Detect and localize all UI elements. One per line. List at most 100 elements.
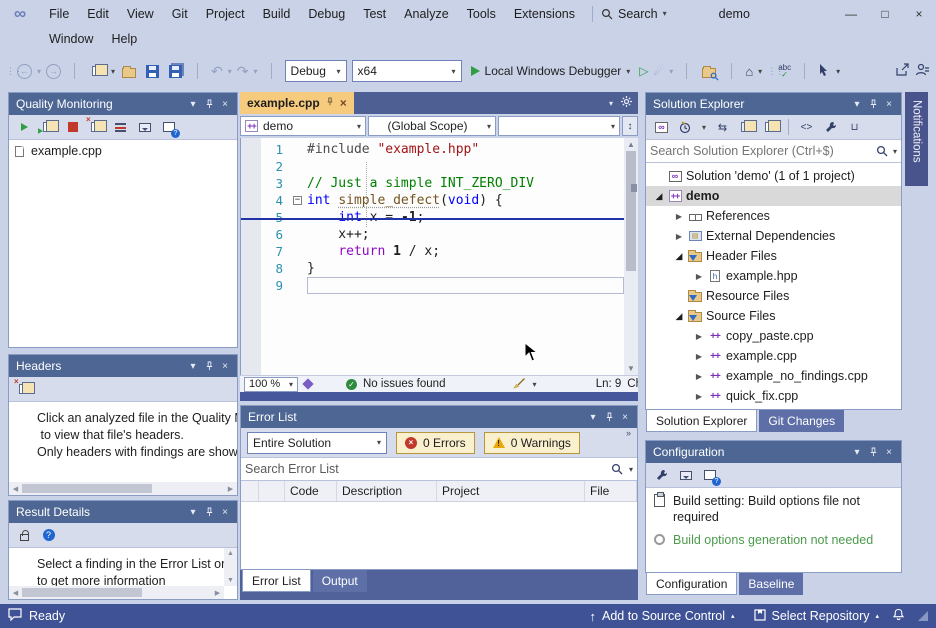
- close-tab-icon[interactable]: ×: [340, 96, 347, 110]
- tab-error-list[interactable]: Error List: [242, 570, 311, 592]
- find-in-files-icon[interactable]: [700, 62, 718, 80]
- breakpoint-gutter[interactable]: [241, 138, 261, 375]
- scroll-left-icon[interactable]: ◀: [9, 485, 22, 493]
- zoom-dropdown[interactable]: 100 % ▾: [244, 377, 298, 392]
- new-project-icon[interactable]: [88, 62, 106, 80]
- column-header-code[interactable]: Code: [285, 481, 337, 501]
- toolbar-overflow-icon[interactable]: »: [626, 428, 631, 438]
- column-header-icon[interactable]: [259, 481, 285, 501]
- hot-reload-icon[interactable]: ☄: [654, 64, 665, 78]
- tree-item-references[interactable]: ▶References: [646, 206, 901, 226]
- redo-icon[interactable]: ↷: [237, 63, 249, 80]
- code-line[interactable]: 1#include "example.hpp": [261, 141, 624, 158]
- maximize-button[interactable]: □: [868, 2, 902, 26]
- scroll-left-icon[interactable]: ◀: [9, 589, 22, 597]
- menu-git[interactable]: Git: [163, 4, 197, 24]
- project-dropdown[interactable]: ++ demo ▾: [240, 116, 366, 136]
- expander-closed-icon[interactable]: ▶: [692, 352, 706, 361]
- close-icon[interactable]: ×: [217, 358, 233, 374]
- editor-vertical-scrollbar[interactable]: ▲ ▼: [624, 138, 638, 375]
- preview-selected-icon[interactable]: ⊔: [847, 120, 862, 134]
- new-project-caret-icon[interactable]: ▾: [111, 67, 115, 76]
- close-icon[interactable]: ×: [217, 504, 233, 520]
- errors-filter-button[interactable]: × 0 Errors: [396, 432, 475, 454]
- expander-closed-icon[interactable]: ▶: [692, 272, 706, 281]
- code-text[interactable]: // Just a simple INT_ZERO_DIV: [307, 175, 624, 192]
- hot-reload-caret-icon[interactable]: ▾: [669, 67, 673, 76]
- collapse-all-icon[interactable]: [739, 120, 754, 134]
- start-without-debugging-icon[interactable]: ▷: [639, 64, 648, 78]
- run-all-analysis-icon[interactable]: [41, 120, 56, 134]
- collapse-region-icon[interactable]: −: [293, 196, 302, 205]
- search-options-caret-icon[interactable]: ▾: [629, 465, 633, 474]
- tree-item-header-files[interactable]: ◢Header Files: [646, 246, 901, 266]
- code-line[interactable]: 8}: [261, 260, 624, 277]
- help-icon[interactable]: ?: [41, 528, 56, 542]
- close-icon[interactable]: ×: [881, 444, 897, 460]
- outline-margin[interactable]: [293, 226, 307, 243]
- menu-tools[interactable]: Tools: [458, 4, 505, 24]
- error-list-titlebar[interactable]: Error List ▾ ×: [241, 406, 637, 428]
- search-control[interactable]: Search ▾: [601, 7, 667, 21]
- configure-wrench-icon[interactable]: [654, 468, 669, 482]
- error-list-body[interactable]: [241, 502, 637, 569]
- result-details-titlebar[interactable]: Result Details ▾ ×: [9, 501, 237, 523]
- code-text[interactable]: return 1 / x;: [307, 243, 624, 260]
- scrollbar-thumb[interactable]: [22, 588, 142, 597]
- pin-icon[interactable]: [201, 96, 217, 112]
- menu-debug[interactable]: Debug: [299, 4, 354, 24]
- tree-item-example-no-findings-cpp[interactable]: ▶++example_no_findings.cpp: [646, 366, 901, 386]
- solution-configuration-combo[interactable]: Debug ▾: [285, 60, 347, 82]
- run-analysis-icon[interactable]: [17, 120, 32, 134]
- analysis-settings-icon[interactable]: [137, 120, 152, 134]
- split-window-button[interactable]: ↕: [622, 116, 638, 136]
- close-icon[interactable]: ×: [617, 409, 633, 425]
- close-button[interactable]: ×: [902, 2, 936, 26]
- tree-item-example-cpp[interactable]: ▶++example.cpp: [646, 346, 901, 366]
- pin-icon[interactable]: [201, 358, 217, 374]
- resize-grip[interactable]: [918, 611, 928, 621]
- solution-explorer-titlebar[interactable]: Solution Explorer ▾ ×: [646, 93, 901, 115]
- code-text[interactable]: #include "example.hpp": [307, 141, 624, 158]
- tree-item-resource-files[interactable]: Resource Files: [646, 286, 901, 306]
- add-to-source-control-button[interactable]: ↑ Add to Source Control ▴: [584, 604, 741, 628]
- window-layout-caret-icon[interactable]: ▾: [758, 67, 762, 76]
- error-list-search[interactable]: ▾: [241, 458, 637, 481]
- select-repository-button[interactable]: Select Repository ▴: [748, 604, 885, 628]
- code-text[interactable]: }: [307, 260, 624, 277]
- undo-icon[interactable]: ↶: [211, 63, 223, 80]
- minimize-button[interactable]: —: [834, 2, 868, 26]
- tab-list-caret-icon[interactable]: ▾: [609, 99, 613, 108]
- navigate-forward-icon[interactable]: →: [46, 64, 61, 79]
- outline-margin[interactable]: −: [293, 192, 307, 209]
- expander-closed-icon[interactable]: ▶: [672, 232, 686, 241]
- menu-file[interactable]: File: [40, 4, 78, 24]
- tab-example-cpp[interactable]: example.cpp ×: [240, 92, 354, 114]
- menu-extensions[interactable]: Extensions: [505, 4, 584, 24]
- toolbar-grip[interactable]: ⋮⋮: [767, 70, 773, 73]
- sync-with-active-document-icon[interactable]: ⇆: [715, 120, 730, 134]
- window-position-icon[interactable]: ▾: [185, 504, 201, 520]
- save-icon[interactable]: [143, 62, 161, 80]
- code-line[interactable]: 7 return 1 / x;: [261, 243, 624, 260]
- tab-solution-explorer[interactable]: Solution Explorer: [646, 410, 757, 432]
- horizontal-scrollbar[interactable]: ◀ ▶: [9, 482, 237, 495]
- tree-item-external-dependencies[interactable]: ▶▤External Dependencies: [646, 226, 901, 246]
- help-book-icon[interactable]: ?: [702, 468, 717, 482]
- tab-baseline[interactable]: Baseline: [739, 573, 803, 595]
- menu-analyze[interactable]: Analyze: [395, 4, 457, 24]
- outline-margin[interactable]: [293, 243, 307, 260]
- settings-chat-icon[interactable]: [678, 468, 693, 482]
- search-icon[interactable]: [876, 145, 888, 157]
- tree-item-example-hpp[interactable]: ▶hexample.hpp: [646, 266, 901, 286]
- code-line[interactable]: 2: [261, 158, 624, 175]
- window-position-icon[interactable]: ▾: [849, 444, 865, 460]
- menu-project[interactable]: Project: [197, 4, 254, 24]
- expander-open-icon[interactable]: ◢: [672, 251, 686, 262]
- feedback-user-icon[interactable]: [915, 63, 930, 80]
- expander-closed-icon[interactable]: ▶: [672, 212, 686, 221]
- share-icon[interactable]: [895, 63, 910, 80]
- pin-tab-icon[interactable]: [326, 96, 334, 110]
- tree-item-quick-fix-cpp[interactable]: ▶++quick_fix.cpp: [646, 386, 901, 406]
- window-position-icon[interactable]: ▾: [185, 96, 201, 112]
